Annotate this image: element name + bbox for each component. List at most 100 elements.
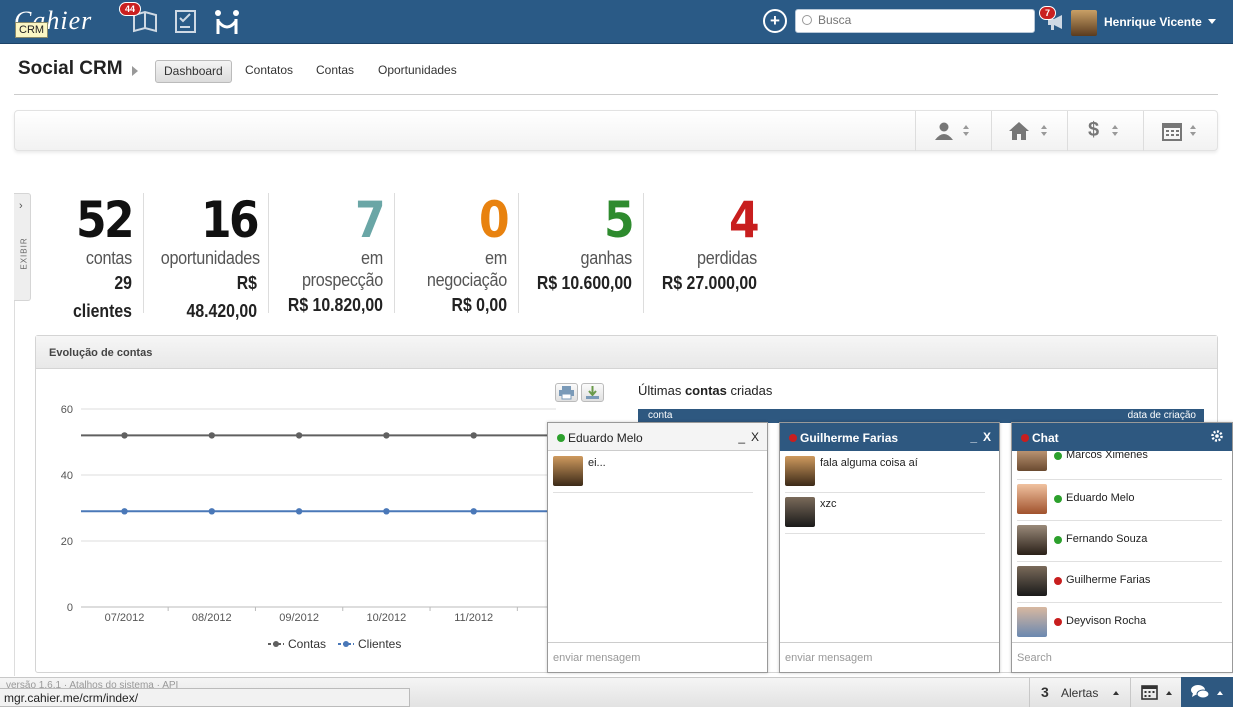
close-icon[interactable]: X <box>983 430 991 444</box>
stat-number: 4 <box>729 191 760 249</box>
tab-oportunidades[interactable]: Oportunidades <box>378 60 457 83</box>
x-tick-label: 07/2012 <box>105 612 145 624</box>
dollar-icon[interactable]: $ <box>1088 119 1099 142</box>
legend-marker <box>273 641 279 647</box>
minimize-icon[interactable]: _ <box>738 430 745 444</box>
chevron-up-icon[interactable] <box>1113 691 1119 695</box>
tab-contas[interactable]: Contas <box>316 60 354 83</box>
filter-divider <box>991 111 992 151</box>
x-tick-label: 11/2012 <box>454 612 493 624</box>
crm-tooltip: CRM <box>15 22 49 38</box>
crm-icon[interactable] <box>214 9 240 35</box>
chat-toggle-button[interactable] <box>1181 677 1233 707</box>
list-item[interactable]: Eduardo Melo <box>1017 484 1222 520</box>
plus-icon[interactable]: + <box>763 9 787 33</box>
data-point <box>470 432 477 439</box>
recent-title-bold: contas <box>684 383 727 398</box>
sidebar-border <box>14 301 15 676</box>
y-tick-label: 40 <box>61 470 73 482</box>
contact-name: Marcos Ximenes <box>1066 451 1148 461</box>
tab-dashboard[interactable]: Dashboard <box>155 60 232 83</box>
chat-message-input[interactable]: enviar mensagem <box>780 642 999 672</box>
stat-ganhas: 5 ganhas R$ 10.600,00 <box>522 191 635 313</box>
list-item[interactable]: Marcos Ximenes <box>1017 451 1222 477</box>
list-divider <box>1017 602 1222 603</box>
chat-list-header[interactable]: Chat <box>1012 423 1232 451</box>
chat-search-input[interactable]: Search <box>1012 642 1232 672</box>
filter-divider <box>1143 111 1144 151</box>
stat-number: 0 <box>479 191 510 249</box>
chevron-down-icon[interactable] <box>1208 19 1216 24</box>
chat-message-input[interactable]: enviar mensagem <box>548 642 767 672</box>
avatar <box>1017 607 1047 637</box>
search-box[interactable] <box>795 9 1035 33</box>
y-tick-label: 0 <box>67 602 73 614</box>
data-point <box>208 432 215 439</box>
list-item[interactable]: Fernando Souza <box>1017 525 1222 561</box>
table-col-date[interactable]: data de criação <box>1128 410 1196 421</box>
divider <box>14 94 1218 95</box>
chat-contact-list: Chat Marcos Ximenes Eduardo Melo Fernand… <box>1011 422 1233 673</box>
search-input[interactable] <box>818 13 1028 27</box>
home-icon[interactable] <box>1008 121 1030 146</box>
gear-icon[interactable] <box>1210 429 1224 446</box>
stat-label: em negociação <box>426 248 507 290</box>
user-name[interactable]: Henrique Vicente <box>1104 15 1202 29</box>
calendar-icon[interactable] <box>1141 684 1158 705</box>
filter-divider <box>1067 111 1068 151</box>
sidebar-toggle-label: EXIBIR <box>19 237 29 270</box>
stat-label: em prospecção <box>301 248 383 290</box>
stat-contas: 52 contas 29 clientes <box>40 191 135 321</box>
recent-title-suffix: criadas <box>726 383 773 398</box>
stat-number: 7 <box>355 191 386 249</box>
contact-list: Marcos Ximenes Eduardo Melo Fernando Sou… <box>1012 451 1233 641</box>
chevron-right-icon: › <box>19 200 23 212</box>
print-icon[interactable] <box>555 383 578 402</box>
book-badge: 44 <box>119 2 142 16</box>
close-icon[interactable]: X <box>751 430 759 444</box>
alerts-label[interactable]: Alertas <box>1061 686 1098 700</box>
alerts-count[interactable]: 3 <box>1041 684 1049 700</box>
avatar <box>553 456 583 486</box>
calendar-icon[interactable] <box>1162 121 1182 146</box>
stat-divider <box>268 193 269 313</box>
top-navbar: Cahier CRM 44 + 7 Henrique Vicente <box>0 0 1233 44</box>
sidebar-toggle[interactable]: › EXIBIR <box>14 193 31 301</box>
table-col-conta[interactable]: conta <box>648 410 672 421</box>
page-title: Social CRM <box>18 58 123 79</box>
contact-name: Eduardo Melo <box>1066 492 1135 504</box>
chevron-up-icon <box>1217 691 1223 695</box>
stat-number: 5 <box>604 191 635 249</box>
x-tick-label: 08/2012 <box>192 612 232 624</box>
chat-header[interactable]: Guilherme Farias _ X <box>780 423 999 451</box>
list-item[interactable]: Deyvison Rocha <box>1017 607 1222 641</box>
chat-bubbles-icon <box>1191 685 1210 699</box>
status-dot <box>1054 618 1062 626</box>
url-status-bar: mgr.cahier.me/crm/index/ <box>0 688 410 707</box>
footer-divider <box>1029 677 1030 707</box>
chevron-up-icon[interactable] <box>1166 691 1172 695</box>
stat-number: 52 <box>76 191 135 249</box>
message-divider <box>785 492 985 493</box>
user-avatar[interactable] <box>1071 10 1097 36</box>
status-dot <box>1021 434 1029 442</box>
minimize-icon[interactable]: _ <box>970 430 977 444</box>
x-tick-label: 09/2012 <box>279 612 319 624</box>
status-dot <box>1054 577 1062 585</box>
contact-name: Fernando Souza <box>1066 533 1148 545</box>
data-point <box>383 508 390 515</box>
x-tick-label: 10/2012 <box>367 612 407 624</box>
legend-label: Clientes <box>358 637 401 651</box>
chat-window-guilherme: Guilherme Farias _ X fala alguma coisa a… <box>779 422 1000 673</box>
list-divider <box>1017 561 1222 562</box>
stat-prospeccao: 7 em prospecção R$ 10.820,00 <box>272 191 386 315</box>
tab-contatos[interactable]: Contatos <box>245 60 293 83</box>
person-icon[interactable] <box>934 121 954 146</box>
checklist-icon[interactable] <box>174 9 200 35</box>
status-dot <box>1054 495 1062 503</box>
chat-header[interactable]: Eduardo Melo _ X <box>548 423 767 451</box>
data-point <box>295 508 303 515</box>
download-icon[interactable] <box>581 383 604 402</box>
list-item[interactable]: Guilherme Farias <box>1017 566 1222 602</box>
y-tick-label: 20 <box>61 536 73 548</box>
